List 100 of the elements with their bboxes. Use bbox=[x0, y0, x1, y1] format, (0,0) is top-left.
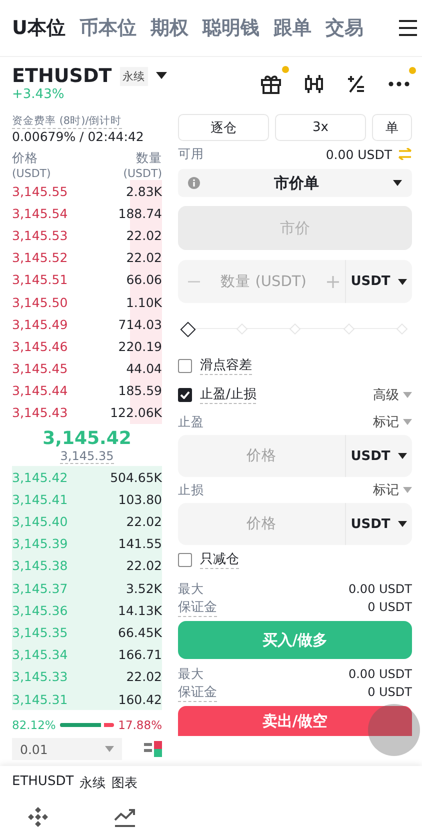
quantity-field[interactable]: 数量 (USDT) bbox=[178, 260, 346, 303]
ask-quantity: 22.02 bbox=[126, 250, 162, 266]
book-layout-icon[interactable] bbox=[144, 741, 162, 758]
contract-tag: 永续 bbox=[120, 66, 148, 86]
ask-price[interactable]: 3,145.55 bbox=[12, 184, 68, 199]
bid-quantity: 14.13K bbox=[118, 602, 162, 618]
ask-price[interactable]: 3,145.50 bbox=[12, 294, 68, 310]
max-value: 0.00 USDT bbox=[348, 667, 412, 681]
ask-price[interactable]: 3,145.46 bbox=[12, 338, 68, 354]
ask-price[interactable]: 3,145.52 bbox=[12, 250, 68, 266]
ask-quantity: 1.10K bbox=[126, 294, 162, 310]
margin-value: 0 USDT bbox=[368, 600, 412, 614]
info-icon[interactable] bbox=[188, 177, 200, 189]
trigger-price-input[interactable]: 价格 bbox=[178, 435, 346, 477]
max-label: 最大 bbox=[178, 580, 204, 598]
chart-line-icon[interactable] bbox=[113, 806, 137, 828]
bid-quantity: 66.45K bbox=[118, 624, 162, 640]
trigger-type-dropdown[interactable]: 标记 bbox=[373, 481, 412, 499]
sell-button[interactable]: 卖出/做空 bbox=[178, 706, 412, 736]
bid-quantity: 504.65K bbox=[110, 470, 162, 485]
quantity-header: 数量 bbox=[136, 150, 162, 167]
margin-mode-button[interactable]: 逐仓 bbox=[178, 114, 269, 141]
max-value: 0.00 USDT bbox=[348, 582, 412, 596]
margin-label: 保证金 bbox=[178, 598, 217, 616]
candlestick-icon[interactable] bbox=[304, 72, 324, 94]
ask-quantity: 44.04 bbox=[126, 361, 162, 376]
trigger-price-input[interactable]: 价格 bbox=[178, 503, 346, 545]
price-header: 价格 bbox=[12, 150, 38, 167]
unit-select[interactable]: USDT bbox=[346, 503, 412, 545]
caret-icon[interactable] bbox=[156, 72, 167, 80]
calculator-icon[interactable] bbox=[346, 74, 366, 94]
precision-dropdown[interactable]: 0.01 bbox=[12, 738, 122, 760]
market-tab[interactable]: 币本位 bbox=[79, 15, 136, 41]
caret-icon[interactable] bbox=[398, 278, 408, 284]
ask-quantity: 66.06 bbox=[126, 272, 162, 288]
diamond-logo-icon[interactable] bbox=[27, 806, 49, 828]
ask-quantity: 22.02 bbox=[126, 228, 162, 243]
ask-quantity: 2.83K bbox=[126, 184, 162, 199]
funding-rate-value: 0.00679% / 02:44:42 bbox=[12, 129, 145, 144]
bid-quantity: 3.52K bbox=[126, 580, 162, 596]
price-field: 市价 bbox=[178, 206, 412, 250]
leverage-button[interactable]: 3x bbox=[275, 114, 366, 141]
margin-label: 保证金 bbox=[178, 682, 217, 702]
bid-quantity: 103.80 bbox=[118, 492, 162, 507]
max-label: 最大 bbox=[178, 666, 204, 682]
caret-icon[interactable] bbox=[398, 521, 408, 527]
market-tab[interactable]: 期权 bbox=[150, 15, 188, 41]
caret-icon[interactable] bbox=[393, 180, 402, 186]
checkbox[interactable] bbox=[178, 388, 192, 402]
bid-quantity: 22.02 bbox=[126, 669, 162, 684]
ask-price[interactable]: 3,145.45 bbox=[12, 361, 68, 376]
floating-button[interactable] bbox=[368, 704, 420, 756]
available-label: 可用 bbox=[178, 146, 204, 162]
quantity-input[interactable]: 数量 (USDT) bbox=[206, 272, 321, 290]
bid-quantity: 160.42 bbox=[118, 692, 162, 707]
price-change: +3.43% bbox=[12, 87, 66, 102]
funding-rate-label[interactable]: 资金费率 (8时)/倒计时 bbox=[12, 114, 122, 129]
bid-quantity: 141.55 bbox=[118, 536, 162, 552]
unit-select[interactable]: USDT bbox=[346, 435, 412, 477]
symbol-title[interactable]: ETHUSDT bbox=[12, 65, 112, 87]
market-tab[interactable]: 聪明钱 bbox=[202, 15, 260, 41]
caret-icon[interactable] bbox=[398, 453, 408, 459]
ask-quantity: 122.06K bbox=[110, 405, 162, 420]
ask-quantity: 714.03 bbox=[118, 316, 162, 332]
ask-quantity: 188.74 bbox=[118, 206, 162, 221]
trigger-type-dropdown[interactable]: 标记 bbox=[373, 413, 412, 431]
unit-select[interactable]: USDT bbox=[346, 274, 412, 289]
ask-price[interactable]: 3,145.54 bbox=[12, 206, 68, 221]
checkbox[interactable] bbox=[178, 358, 192, 372]
option-label[interactable]: 只减仓 bbox=[200, 550, 239, 569]
last-price: 3,145.42 bbox=[42, 428, 132, 450]
ask-price[interactable]: 3,145.43 bbox=[12, 405, 68, 420]
price-unit: (USDT) bbox=[12, 167, 51, 180]
gift-icon[interactable] bbox=[260, 72, 282, 94]
mark-price[interactable]: 3,145.35 bbox=[60, 449, 114, 464]
amount-slider[interactable] bbox=[180, 321, 410, 337]
trigger-label: 止盈 bbox=[178, 414, 204, 430]
market-tab[interactable]: 交易 bbox=[325, 15, 364, 41]
more-icon[interactable] bbox=[388, 80, 410, 86]
trigger-label: 止损 bbox=[178, 482, 204, 498]
market-tab[interactable]: U本位 bbox=[12, 15, 66, 41]
chart-tab[interactable]: 图表 bbox=[112, 774, 138, 792]
ask-price[interactable]: 3,145.51 bbox=[12, 272, 68, 288]
option-label[interactable]: 止盈/止损 bbox=[200, 385, 256, 404]
bid-quantity: 22.02 bbox=[126, 558, 162, 574]
ask-price[interactable]: 3,145.49 bbox=[12, 316, 68, 332]
option-label[interactable]: 滑点容差 bbox=[200, 356, 252, 375]
ask-price[interactable]: 3,145.44 bbox=[12, 383, 68, 398]
quantity-unit: (USDT) bbox=[123, 167, 162, 180]
ask-quantity: 220.19 bbox=[118, 338, 162, 354]
sell-ratio: 17.88% bbox=[118, 718, 162, 732]
checkbox[interactable] bbox=[178, 552, 192, 566]
ask-price[interactable]: 3,145.53 bbox=[12, 228, 68, 243]
bid-quantity: 166.71 bbox=[118, 647, 162, 662]
market-tab[interactable]: 跟单 bbox=[273, 15, 312, 41]
order-type-select[interactable]: 市价单 bbox=[178, 169, 412, 197]
advanced-dropdown[interactable]: 高级 bbox=[373, 386, 412, 404]
bid-quantity: 22.02 bbox=[126, 514, 162, 530]
sheet-contract: 永续 bbox=[80, 775, 106, 792]
position-mode-button[interactable]: 单 bbox=[372, 114, 412, 141]
